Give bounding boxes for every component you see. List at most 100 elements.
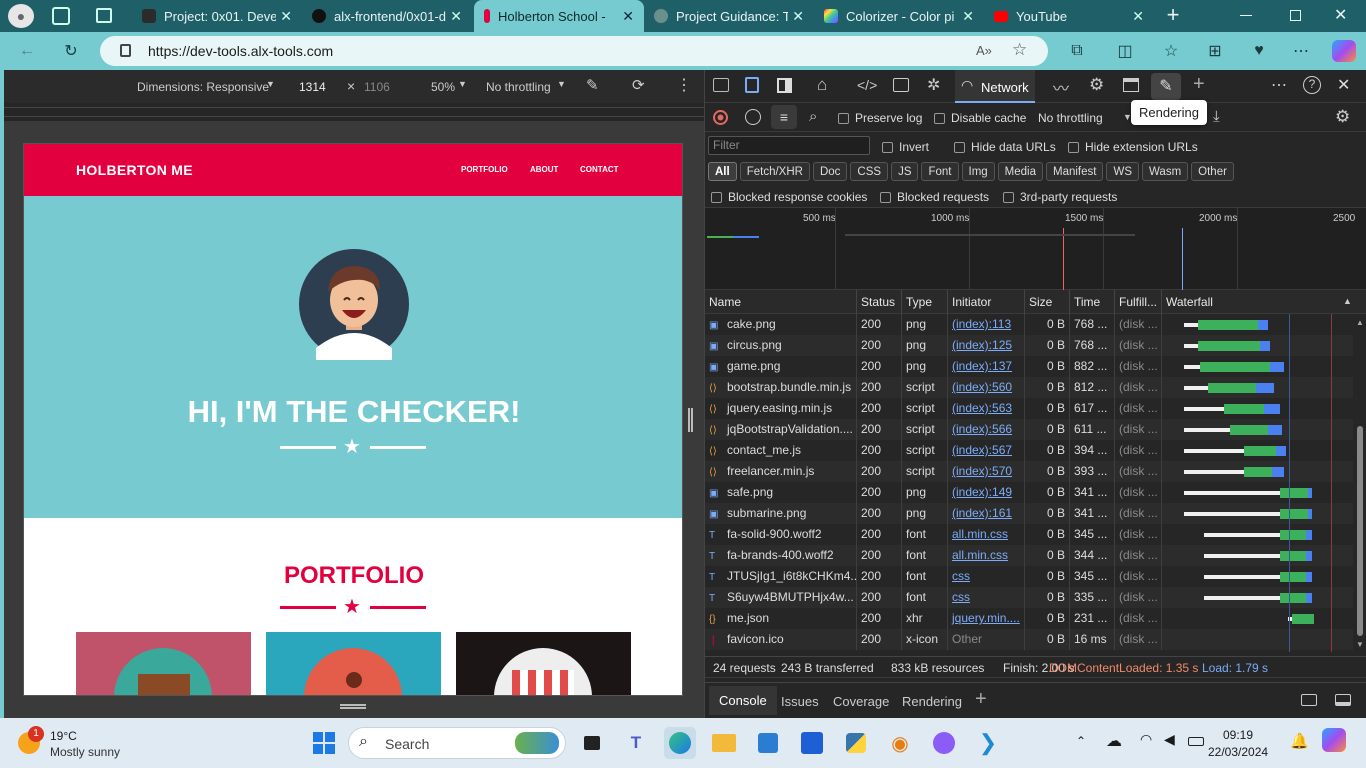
initiator-link[interactable]: (index):125: [952, 338, 1012, 352]
copilot-pre-icon[interactable]: [1322, 728, 1346, 752]
initiator-link[interactable]: (index):570: [952, 464, 1012, 478]
col-time[interactable]: Time: [1070, 290, 1115, 314]
onedrive-icon[interactable]: ☁: [1106, 731, 1122, 751]
show-hidden-icons-icon[interactable]: ⌃: [1076, 734, 1086, 748]
close-tab-icon[interactable]: ✕: [1132, 8, 1144, 25]
tab-holberton-school[interactable]: Holberton School - ✕: [474, 0, 644, 32]
cell-initiator[interactable]: css: [948, 587, 1025, 608]
col-size[interactable]: Size: [1025, 290, 1070, 314]
initiator-link[interactable]: (index):137: [952, 359, 1012, 373]
third-party-checkbox[interactable]: 3rd-party requests: [1003, 190, 1117, 204]
hide-data-urls-checkbox[interactable]: Hide data URLs: [954, 140, 1056, 154]
table-row[interactable]: ▣ game.png 200 png (index):137 0 B 882 ... (dis…: [705, 356, 1353, 377]
initiator-link[interactable]: css: [952, 590, 970, 604]
initiator-link[interactable]: (index):567: [952, 443, 1012, 457]
rotate-icon[interactable]: ⟳: [632, 76, 645, 94]
resize-handle-horizontal[interactable]: [340, 704, 366, 709]
dock-side-icon[interactable]: [777, 78, 792, 93]
initiator-link[interactable]: Other: [952, 632, 982, 646]
clear-icon[interactable]: [745, 109, 761, 125]
col-fulfill[interactable]: Fulfill...: [1115, 290, 1162, 314]
chip-other[interactable]: Other: [1191, 162, 1234, 181]
settings-more-icon[interactable]: ⋯: [1290, 41, 1312, 61]
settings-gear-icon[interactable]: ⚙: [1089, 75, 1104, 95]
weather-widget[interactable]: 1 19°C Mostly sunny: [16, 726, 136, 760]
nav-about[interactable]: ABOUT: [530, 165, 558, 174]
initiator-link[interactable]: all.min.css: [952, 527, 1008, 541]
minimize-icon[interactable]: [1240, 15, 1252, 16]
throttling-select[interactable]: No throttling: [486, 80, 551, 94]
tab-youtube[interactable]: YouTube ✕: [984, 0, 1154, 32]
cell-initiator[interactable]: (index):149: [948, 482, 1025, 503]
device-toolbar-icon[interactable]: [745, 77, 759, 93]
performance-icon[interactable]: ♥: [1248, 41, 1270, 61]
table-row[interactable]: {} me.json 200 xhr jquery.min.... 0 B 231 ...(…: [705, 608, 1353, 629]
teams-icon[interactable]: T: [620, 727, 652, 759]
throttling-select[interactable]: No throttling: [1038, 111, 1103, 125]
initiator-link[interactable]: css: [952, 569, 970, 583]
hide-extension-urls-checkbox[interactable]: Hide extension URLs: [1068, 140, 1198, 154]
chip-doc[interactable]: Doc: [812, 162, 848, 181]
width-input[interactable]: 1314: [299, 80, 326, 94]
proton-vpn-icon[interactable]: [928, 727, 960, 759]
chip-ws[interactable]: WS: [1106, 162, 1139, 181]
initiator-link[interactable]: (index):113: [952, 317, 1011, 331]
chip-font[interactable]: Font: [921, 162, 959, 181]
table-scrollbar[interactable]: ▲ ▼: [1353, 314, 1366, 652]
table-row[interactable]: ⟨⟩ bootstrap.bundle.min.js 200 script (index…: [705, 377, 1353, 398]
notification-bell-icon[interactable]: 🔔: [1290, 732, 1309, 750]
filter-icon[interactable]: ≡: [771, 105, 797, 129]
cell-initiator[interactable]: (index):560: [948, 377, 1025, 398]
col-waterfall[interactable]: Waterfall: [1162, 290, 1355, 314]
record-stop-icon[interactable]: [713, 110, 728, 125]
blocked-cookies-checkbox[interactable]: Blocked response cookies: [711, 190, 867, 204]
tab-project-guidance[interactable]: Project Guidance: Ta ✕: [644, 0, 814, 32]
more-options-icon[interactable]: ⋮: [676, 75, 692, 95]
close-tab-icon[interactable]: ✕: [280, 8, 292, 25]
address-bar[interactable]: https://dev-tools.alx-tools.com A» ☆: [100, 36, 1048, 66]
tab-github-alx-frontend[interactable]: alx-frontend/0x01-d ✕: [302, 0, 472, 32]
table-row[interactable]: ⟨⟩ contact_me.js 200 script (index):567 0 B 39…: [705, 440, 1353, 461]
clock-date[interactable]: 22/03/2024: [1208, 745, 1268, 759]
network-tab[interactable]: ◠ Network: [955, 70, 1035, 103]
portfolio-card-cake[interactable]: [266, 632, 441, 695]
search-icon[interactable]: ⌕: [809, 108, 817, 125]
drawer-tab-issues[interactable]: Issues: [781, 694, 819, 709]
tab-actions-icon[interactable]: [96, 8, 112, 23]
read-aloud-icon[interactable]: A»: [976, 43, 992, 58]
restore-icon[interactable]: [1290, 10, 1301, 21]
table-row[interactable]: Tfa-brands-400.woff2 200 font all.min.css 0 …: [705, 545, 1353, 566]
sources-bug-icon[interactable]: ✲: [927, 75, 940, 95]
wifi-status-icon[interactable]: ◠: [1140, 731, 1152, 748]
refresh-icon[interactable]: ↻: [60, 41, 82, 61]
volume-icon[interactable]: ◀: [1164, 731, 1175, 748]
drawer-tab-rendering[interactable]: Rendering: [902, 694, 962, 709]
cell-initiator[interactable]: all.min.css: [948, 524, 1025, 545]
initiator-link[interactable]: (index):563: [952, 401, 1012, 415]
more-options-icon[interactable]: ⋯: [1271, 75, 1287, 95]
chip-js[interactable]: JS: [891, 162, 919, 181]
table-row[interactable]: ▣ safe.png 200 png (index):149 0 B 341 ... (dis…: [705, 482, 1353, 503]
close-tab-icon[interactable]: ✕: [792, 8, 804, 25]
copilot-icon[interactable]: [1332, 40, 1356, 62]
start-windows-icon[interactable]: [308, 727, 340, 759]
cell-initiator[interactable]: (index):125: [948, 335, 1025, 356]
table-row[interactable]: T S6uyw4BMUTPHjx4w... 200 font css 0 B 335 ...…: [705, 587, 1353, 608]
height-input[interactable]: 1106: [364, 80, 390, 94]
visual-studio-icon[interactable]: [796, 727, 828, 759]
drawer-tab-coverage[interactable]: Coverage: [833, 694, 889, 709]
resize-handle-vertical[interactable]: [688, 408, 693, 432]
back-icon[interactable]: ←: [16, 41, 38, 61]
new-tab-icon[interactable]: +: [1162, 4, 1184, 26]
invert-checkbox[interactable]: Invert: [882, 140, 929, 154]
collections-icon[interactable]: ⊞: [1204, 41, 1226, 61]
task-view-icon[interactable]: [576, 727, 608, 759]
tab-colorizer[interactable]: Colorizer - Color pi ✕: [814, 0, 984, 32]
chip-all[interactable]: All: [708, 162, 737, 181]
performance-icon[interactable]: 〰: [1053, 75, 1069, 99]
col-name[interactable]: Name: [705, 290, 857, 314]
network-settings-gear-icon[interactable]: ⚙: [1335, 107, 1350, 127]
chip-css[interactable]: CSS: [850, 162, 889, 181]
download-icon[interactable]: ⤓: [1213, 108, 1220, 125]
initiator-link[interactable]: (index):161: [952, 506, 1012, 520]
